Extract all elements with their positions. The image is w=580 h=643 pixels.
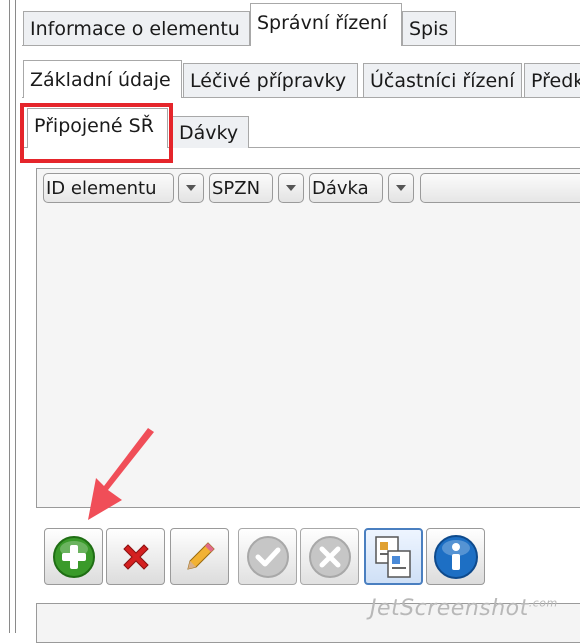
tab-davky[interactable]: Dávky bbox=[172, 116, 249, 148]
watermark-suffix: .com bbox=[528, 596, 558, 610]
column-label: SPZN bbox=[212, 177, 261, 199]
copy-icon bbox=[374, 535, 411, 578]
tab-label: Základní údaje bbox=[30, 68, 171, 91]
column-filter-dropdown[interactable] bbox=[388, 173, 414, 203]
tab-label: Dávky bbox=[179, 121, 239, 144]
window-border-inner bbox=[15, 0, 16, 633]
add-icon bbox=[52, 535, 95, 578]
tab-label: Spis bbox=[409, 17, 449, 40]
annotation-arrow-icon bbox=[88, 428, 154, 520]
tab-label: Účastníci řízení bbox=[370, 69, 515, 92]
tab-label: Správní řízení bbox=[257, 12, 388, 34]
tab-spis[interactable]: Spis bbox=[402, 11, 456, 45]
column-header-id-elementu[interactable]: ID elementu bbox=[43, 173, 174, 203]
tab-label: Informace o elementu bbox=[30, 17, 240, 40]
column-filter-dropdown[interactable] bbox=[278, 173, 304, 203]
column-header-davka[interactable]: Dávka bbox=[309, 173, 383, 203]
confirm-icon bbox=[246, 535, 289, 578]
column-label: Dávka bbox=[312, 177, 369, 199]
confirm-button[interactable] bbox=[238, 528, 297, 585]
column-filter-dropdown[interactable] bbox=[178, 173, 204, 203]
delete-icon bbox=[122, 543, 149, 570]
copy-button[interactable] bbox=[364, 528, 423, 585]
tab-label: Léčivé přípravky bbox=[190, 69, 347, 92]
tab-informace-o-elementu[interactable]: Informace o elementu bbox=[23, 11, 250, 45]
delete-button[interactable] bbox=[106, 528, 165, 585]
chevron-down-icon bbox=[286, 185, 296, 191]
tab-zakladni-udaje[interactable]: Základní údaje bbox=[23, 60, 182, 98]
tab-lecive-pripravky[interactable]: Léčivé přípravky bbox=[183, 63, 358, 97]
chevron-down-icon bbox=[396, 185, 406, 191]
tab-spravni-rizeni[interactable]: Správní řízení bbox=[250, 3, 402, 46]
add-button[interactable] bbox=[44, 528, 103, 585]
column-header-spzn[interactable]: SPZN bbox=[209, 173, 273, 203]
watermark-logo: JetScreenshot.com bbox=[370, 596, 558, 621]
info-icon bbox=[433, 534, 478, 579]
column-label: ID elementu bbox=[46, 177, 157, 199]
tab-predkladatel[interactable]: Předkl bbox=[524, 63, 580, 97]
cancel-button[interactable] bbox=[300, 528, 359, 585]
column-header-empty bbox=[420, 173, 580, 203]
window-border-left bbox=[9, 0, 10, 633]
cancel-icon bbox=[308, 535, 351, 578]
highlight-box bbox=[20, 103, 173, 163]
edit-button[interactable] bbox=[170, 528, 229, 585]
tab-ucastnici-rizeni[interactable]: Účastníci řízení bbox=[363, 63, 522, 97]
chevron-down-icon bbox=[186, 185, 196, 191]
info-button[interactable] bbox=[426, 528, 485, 585]
watermark-text: JetScreenshot bbox=[370, 596, 529, 621]
tab-label: Předkl bbox=[531, 69, 580, 92]
edit-icon bbox=[186, 541, 215, 570]
